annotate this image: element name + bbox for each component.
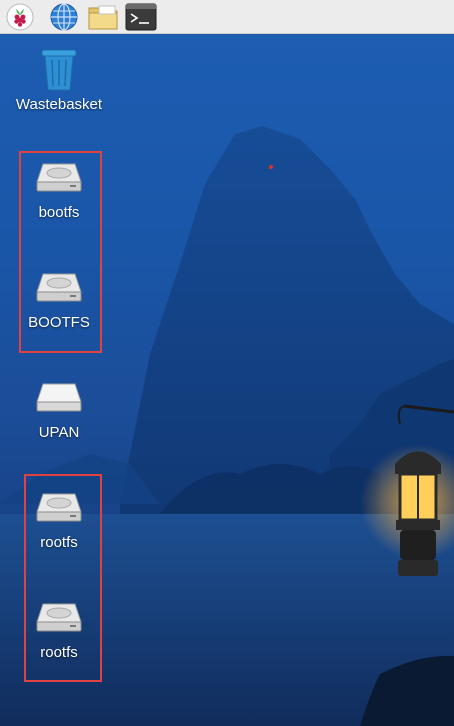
terminal-icon [125, 3, 157, 31]
folder-icon [88, 5, 118, 30]
removable-drive-icon [36, 383, 82, 412]
desktop-icon-upan[interactable]: UPAN [9, 380, 109, 441]
taskbar [0, 0, 454, 34]
highlight-box-rootfs [24, 474, 102, 682]
desktop[interactable]: Wastebasket bootfs BOOTFS UPAN rootfs ro… [0, 34, 454, 726]
trash-icon [41, 49, 77, 91]
desktop-icon-wastebasket[interactable]: Wastebasket [9, 48, 109, 113]
globe-icon [50, 3, 78, 31]
file-manager-button[interactable] [87, 1, 119, 33]
terminal-button[interactable] [125, 1, 157, 33]
raspberry-icon [6, 3, 34, 31]
highlight-box-boot [19, 151, 102, 353]
desktop-icon-label: Wastebasket [15, 96, 103, 113]
web-browser-button[interactable] [48, 1, 80, 33]
raspberry-menu-button[interactable] [4, 1, 36, 33]
pointer-cursor [269, 165, 273, 169]
desktop-icon-label: UPAN [38, 424, 80, 441]
screen: Wastebasket bootfs BOOTFS UPAN rootfs ro… [0, 0, 454, 726]
